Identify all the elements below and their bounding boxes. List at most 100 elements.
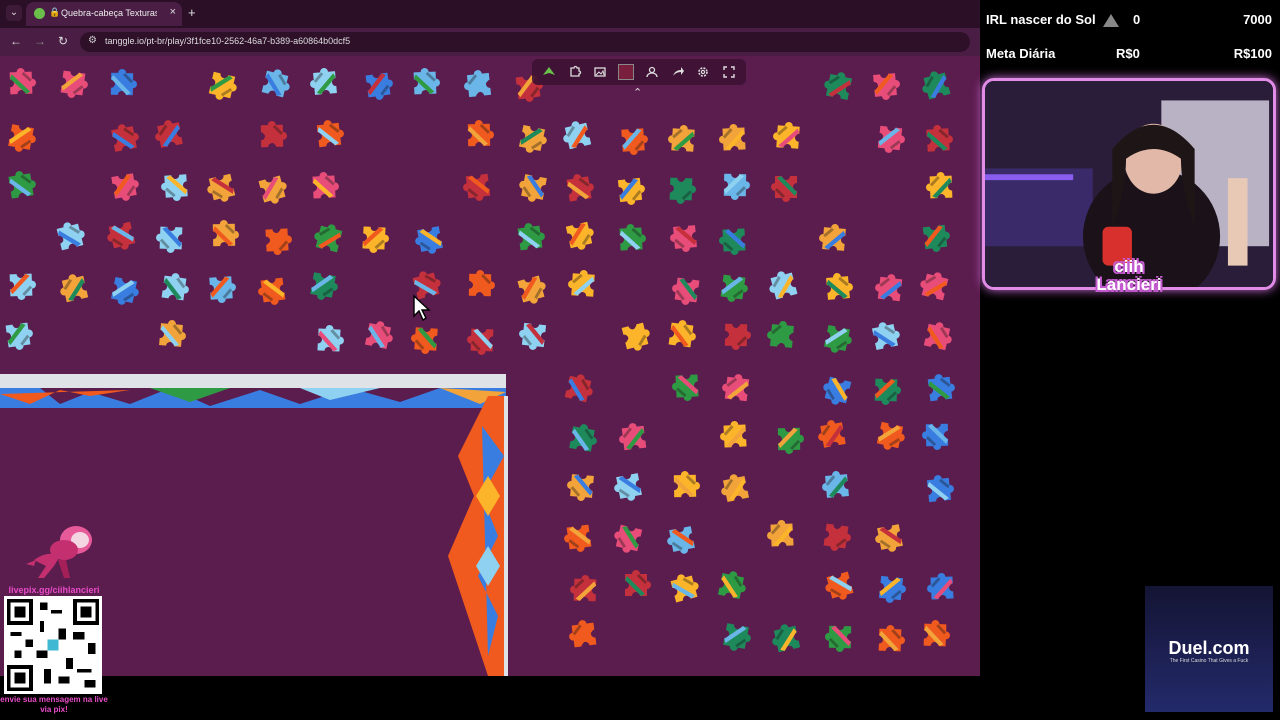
puzzle-piece[interactable] — [662, 519, 702, 559]
puzzle-piece[interactable] — [514, 167, 554, 207]
fullscreen-icon[interactable] — [720, 63, 738, 81]
puzzle-piece[interactable] — [308, 218, 349, 259]
active-tab[interactable]: 🔒 Quebra-cabeça Texturas e P × — [26, 2, 182, 26]
puzzle-piece[interactable] — [101, 214, 142, 255]
puzzle-piece[interactable] — [870, 517, 910, 557]
puzzle-piece[interactable] — [511, 219, 549, 257]
puzzle-piece[interactable] — [613, 221, 649, 257]
puzzle-assembled-right-edge[interactable] — [448, 396, 508, 676]
puzzle-piece[interactable] — [254, 63, 295, 104]
puzzle-piece[interactable] — [668, 469, 703, 504]
puzzle-piece[interactable] — [920, 418, 955, 453]
puzzle-piece[interactable] — [515, 316, 552, 353]
puzzle-piece[interactable] — [609, 466, 649, 506]
puzzle-piece[interactable] — [872, 569, 909, 606]
puzzle-piece[interactable] — [663, 568, 705, 610]
puzzle-piece[interactable] — [153, 220, 188, 255]
puzzle-piece[interactable] — [717, 418, 753, 454]
puzzle-piece[interactable] — [104, 166, 143, 205]
puzzle-piece[interactable] — [917, 617, 952, 652]
puzzle-piece[interactable] — [719, 318, 754, 353]
puzzle-piece[interactable] — [407, 65, 442, 100]
puzzle-piece[interactable] — [917, 317, 958, 358]
players-icon[interactable] — [643, 63, 661, 81]
puzzle-piece[interactable] — [462, 118, 497, 153]
puzzle-piece[interactable] — [303, 265, 342, 304]
puzzle-piece[interactable] — [310, 116, 348, 154]
background-color-icon[interactable] — [617, 63, 635, 81]
puzzle-piece[interactable] — [865, 317, 905, 357]
puzzle-piece[interactable] — [718, 370, 756, 408]
puzzle-piece[interactable] — [611, 171, 648, 208]
puzzle-piece[interactable] — [868, 372, 903, 407]
puzzle-piece[interactable] — [615, 419, 653, 457]
puzzle-piece[interactable] — [512, 118, 552, 158]
puzzle-piece[interactable] — [823, 620, 858, 655]
puzzle-piece[interactable] — [667, 219, 704, 256]
puzzle-piece[interactable] — [819, 564, 861, 606]
puzzle-piece[interactable] — [358, 316, 398, 356]
reload-button[interactable]: ↻ — [58, 34, 68, 48]
puzzle-piece[interactable] — [711, 566, 751, 606]
puzzle-piece[interactable] — [714, 268, 752, 306]
puzzle-piece[interactable] — [356, 220, 392, 256]
puzzle-piece[interactable] — [820, 270, 857, 307]
puzzle-piece[interactable] — [871, 270, 909, 308]
puzzle-piece[interactable] — [819, 67, 859, 107]
puzzle-piece[interactable] — [307, 65, 344, 102]
puzzle-piece[interactable] — [619, 568, 653, 602]
puzzle-piece[interactable] — [557, 368, 598, 409]
puzzle-piece[interactable] — [767, 619, 808, 660]
puzzle-piece[interactable] — [460, 66, 497, 103]
puzzle-piece[interactable] — [158, 168, 194, 204]
puzzle-piece[interactable] — [463, 268, 498, 303]
puzzle-piece[interactable] — [764, 318, 801, 355]
puzzle-piece[interactable] — [560, 170, 599, 209]
puzzle-piece[interactable] — [914, 266, 955, 307]
puzzle-piece[interactable] — [663, 171, 698, 206]
url-field[interactable]: ⚙ tanggle.io/pt-br/play/3f1fce10-2562-46… — [80, 32, 970, 52]
puzzle-piece[interactable] — [920, 122, 956, 158]
puzzle-piece[interactable] — [718, 168, 753, 203]
puzzle-piece[interactable] — [104, 270, 144, 310]
puzzle-piece[interactable] — [916, 65, 958, 107]
puzzle-piece[interactable] — [562, 419, 601, 458]
puzzle-piece[interactable] — [769, 170, 803, 204]
puzzle-piece[interactable] — [3, 267, 38, 302]
new-tab-button[interactable]: + — [188, 5, 196, 20]
puzzle-piece[interactable] — [819, 468, 856, 505]
puzzle-piece[interactable] — [817, 318, 857, 358]
puzzle-piece[interactable] — [565, 267, 601, 303]
site-info-icon[interactable]: ⚙ — [88, 35, 97, 46]
puzzle-piece[interactable] — [924, 570, 960, 606]
puzzle-piece[interactable] — [254, 271, 292, 309]
puzzle-piece[interactable] — [560, 518, 598, 556]
puzzle-piece[interactable] — [54, 64, 92, 102]
puzzle-piece[interactable] — [259, 222, 295, 258]
puzzle-piece[interactable] — [614, 315, 655, 356]
puzzle-edge-icon[interactable] — [566, 63, 584, 81]
puzzle-piece[interactable] — [716, 222, 752, 258]
puzzle-piece[interactable] — [870, 415, 911, 456]
forward-button[interactable]: → — [34, 34, 46, 48]
puzzle-piece[interactable] — [49, 216, 90, 257]
puzzle-piece[interactable] — [3, 65, 38, 100]
puzzle-piece[interactable] — [410, 219, 450, 259]
puzzle-piece[interactable] — [668, 271, 706, 309]
puzzle-assembled-top-edge[interactable] — [0, 374, 506, 408]
puzzle-piece[interactable] — [155, 269, 193, 307]
puzzle-piece[interactable] — [203, 270, 239, 306]
puzzle-piece[interactable] — [813, 415, 852, 454]
puzzle-piece[interactable] — [916, 218, 954, 256]
collapse-toolbar-button[interactable]: ⌃ — [633, 86, 642, 99]
puzzle-piece[interactable] — [816, 221, 853, 258]
puzzle-piece[interactable] — [150, 115, 189, 154]
puzzle-piece[interactable] — [202, 65, 243, 106]
puzzle-piece[interactable] — [408, 321, 444, 357]
puzzle-piece[interactable] — [871, 119, 909, 157]
puzzle-piece[interactable] — [716, 469, 756, 509]
puzzle-piece[interactable] — [716, 121, 752, 157]
puzzle-piece[interactable] — [817, 369, 858, 410]
puzzle-piece[interactable] — [764, 517, 800, 553]
share-icon[interactable] — [669, 63, 687, 81]
